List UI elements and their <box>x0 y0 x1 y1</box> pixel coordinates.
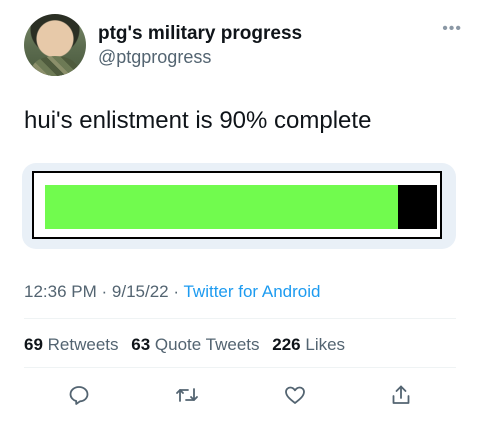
display-name[interactable]: ptg's military progress <box>98 22 302 46</box>
tweet-text: hui's enlistment is 90% complete <box>24 107 372 134</box>
tweet-meta: 12:36 PM · 9/15/22 · Twitter for Android <box>24 282 320 302</box>
quote-tweets-stat[interactable]: 63 Quote Tweets <box>131 335 259 354</box>
likes-count: 226 <box>272 335 301 354</box>
progress-frame <box>32 171 442 239</box>
share-button[interactable] <box>386 380 416 410</box>
retweet-icon <box>176 388 198 402</box>
progress-bar <box>45 185 437 229</box>
like-icon <box>285 386 305 404</box>
like-button[interactable] <box>280 380 310 410</box>
retweets-stat[interactable]: 69 Retweets <box>24 335 119 354</box>
user-handle[interactable]: @ptgprogress <box>98 46 302 68</box>
user-names: ptg's military progress @ptgprogress <box>98 22 302 68</box>
progress-card <box>22 163 456 249</box>
divider <box>24 318 456 319</box>
quote-tweets-label: Quote Tweets <box>154 335 260 354</box>
retweet-button[interactable] <box>172 380 202 410</box>
likes-label: Likes <box>305 335 346 354</box>
reply-button[interactable] <box>64 380 94 410</box>
tweet-time[interactable]: 12:36 PM <box>24 282 97 301</box>
avatar[interactable] <box>24 14 86 76</box>
tweet-stats: 69 Retweets 63 Quote Tweets 226 Likes <box>24 335 353 355</box>
reply-icon <box>69 386 89 405</box>
share-icon <box>392 385 410 404</box>
tweet-source-link[interactable]: Twitter for Android <box>183 282 320 301</box>
tweet-actions <box>24 380 456 410</box>
more-options-icon[interactable]: ••• <box>442 20 462 38</box>
meta-separator: · <box>101 282 108 301</box>
divider <box>24 367 456 368</box>
quote-tweets-count: 63 <box>131 335 151 354</box>
retweets-count: 69 <box>24 335 43 354</box>
retweets-label: Retweets <box>47 335 119 354</box>
tweet-header: ptg's military progress @ptgprogress ••• <box>24 14 462 80</box>
likes-stat[interactable]: 226 Likes <box>272 335 345 354</box>
meta-separator: · <box>173 282 180 301</box>
tweet-date[interactable]: 9/15/22 <box>112 282 169 301</box>
progress-bar-fill <box>45 185 398 229</box>
